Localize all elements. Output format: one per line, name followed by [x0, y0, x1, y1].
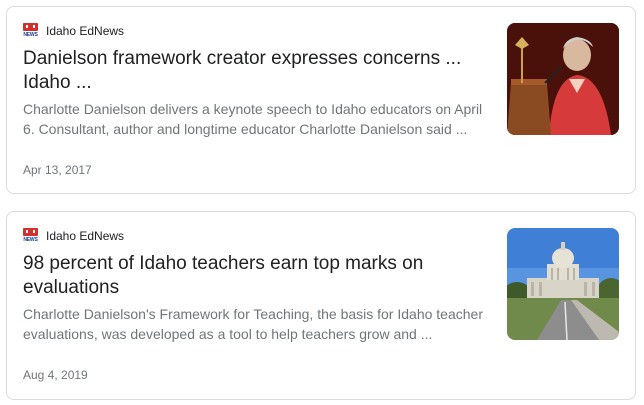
headline-link[interactable]: 98 percent of Idaho teachers earn top ma… — [23, 252, 493, 300]
publish-date: Apr 13, 2017 — [23, 163, 92, 177]
snippet: Charlotte Danielson delivers a keynote s… — [23, 101, 483, 137]
thumbnail-image[interactable] — [507, 228, 619, 340]
news-result-card[interactable]: NEWS Idaho EdNews 98 percent of Idaho te… — [6, 211, 636, 400]
source[interactable]: NEWS Idaho EdNews — [23, 228, 124, 243]
publisher-logo-icon: NEWS — [23, 23, 38, 38]
publish-date: Aug 4, 2019 — [23, 368, 88, 382]
source[interactable]: NEWS Idaho EdNews — [23, 23, 124, 38]
thumbnail-image[interactable] — [507, 23, 619, 135]
source-name: Idaho EdNews — [46, 228, 125, 243]
publisher-logo-icon: NEWS — [23, 228, 38, 243]
headline-link[interactable]: Danielson framework creator expresses co… — [23, 47, 493, 95]
capitol-building-image — [507, 228, 619, 340]
snippet: Charlotte Danielson's Framework for Teac… — [23, 306, 483, 342]
speaker-at-podium-image — [507, 23, 619, 135]
source-name: Idaho EdNews — [46, 23, 125, 38]
news-result-card[interactable]: NEWS Idaho EdNews Danielson framework cr… — [6, 6, 636, 194]
